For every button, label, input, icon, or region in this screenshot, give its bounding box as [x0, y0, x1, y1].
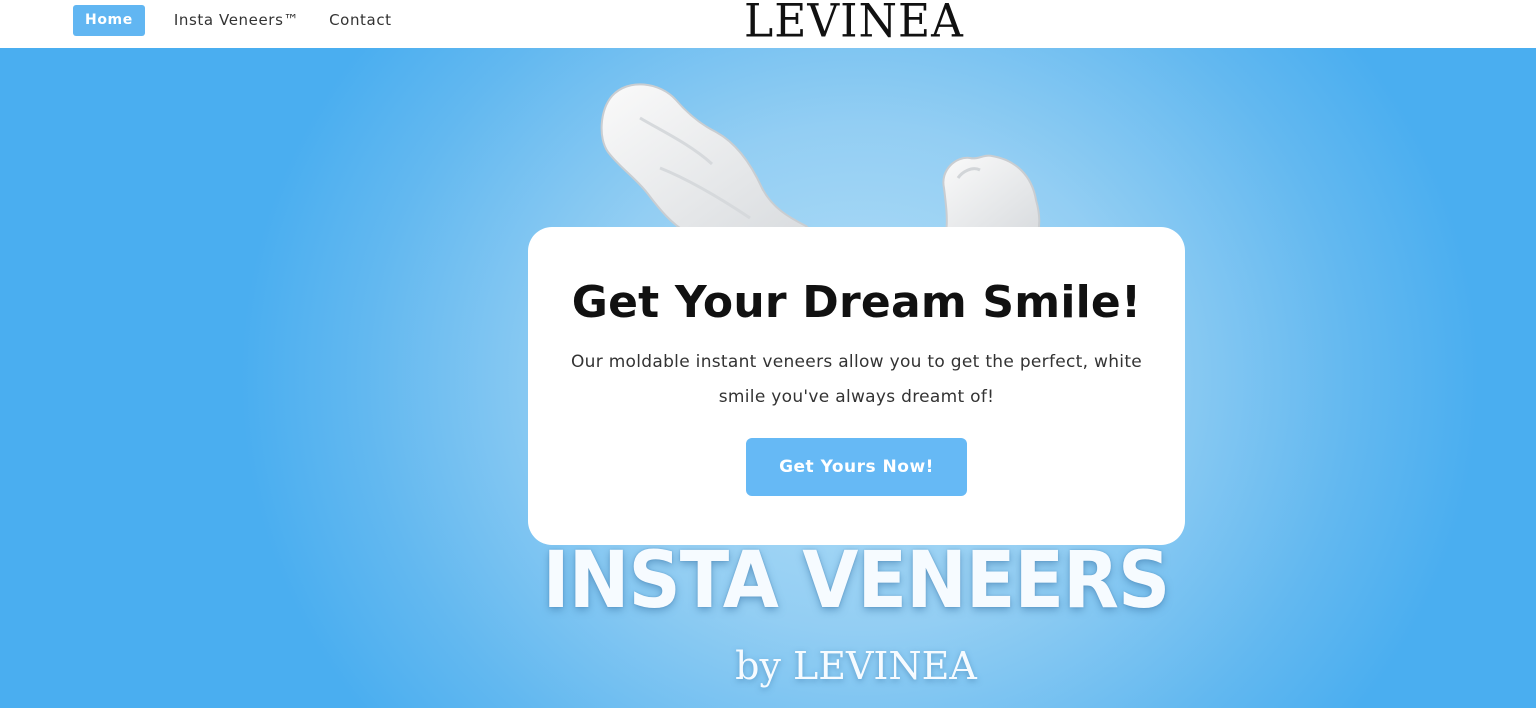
insta-veneers-banner-text: INSTA VENEERS — [542, 536, 1171, 626]
veneer-right-shape — [942, 154, 1041, 233]
site-logo[interactable]: LEVINEA — [0, 0, 1536, 49]
logo-text: LEVINEA — [744, 0, 964, 49]
by-levinea-text: by LEVINEA — [735, 644, 977, 688]
hero-description: Our moldable instant veneers allow you t… — [570, 352, 1143, 407]
get-yours-now-button[interactable]: Get Yours Now! — [746, 438, 967, 496]
hero-card: Get Your Dream Smile! Our moldable insta… — [528, 227, 1185, 545]
site-header: Home Insta Veneers™ Contact LEVINEA — [0, 0, 1536, 48]
hero-headline: Get Your Dream Smile! — [571, 277, 1142, 328]
